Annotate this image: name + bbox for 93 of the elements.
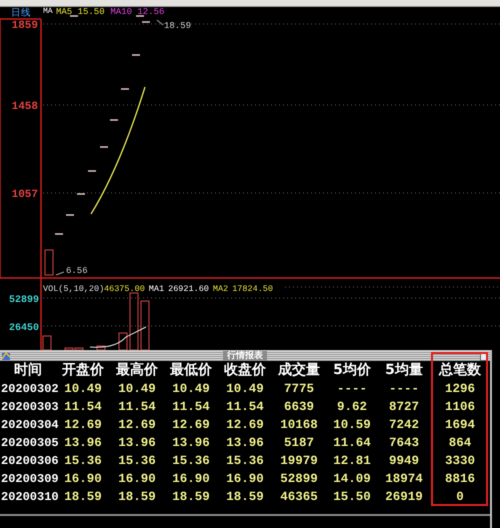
- table-cell-text: 7242: [388, 417, 420, 434]
- table-cell-text: 13.96: [117, 435, 157, 452]
- table-cell-text: 15.36: [117, 453, 157, 470]
- table-cell-text: 26919: [384, 489, 424, 506]
- column-header: 最高价: [115, 361, 159, 380]
- table-cell-text: 11.54: [117, 399, 157, 416]
- table-cell-text: 18.59: [225, 489, 265, 506]
- table-cell-text: 8727: [388, 399, 420, 416]
- table-cell-text: 13.96: [63, 435, 103, 452]
- table-cell-text: 9949: [388, 453, 420, 470]
- table-cell-text: 10168: [279, 417, 319, 434]
- table-cell-text: 7775: [282, 381, 315, 398]
- table-cell-text: 20200310: [0, 489, 56, 506]
- volume-value: MA1: [148, 284, 164, 294]
- column-header: 总笔数: [438, 361, 482, 380]
- price-tick: 1057: [12, 189, 38, 201]
- table-cell-text: 3330: [444, 453, 476, 470]
- table-cell-text: 9.62: [336, 399, 368, 416]
- table-cell-text: 10.49: [117, 381, 157, 398]
- column-header: 成交量: [276, 361, 321, 380]
- table-cell-text: ----: [388, 381, 420, 398]
- table-cell-text: 15.36: [225, 453, 265, 470]
- table-cell-text: 16.90: [63, 471, 103, 488]
- table-cell-text: 16.90: [117, 471, 157, 488]
- table-cell-text: 10.49: [225, 381, 265, 398]
- table-cell-text: 20200304: [0, 417, 56, 434]
- period-label[interactable]: 日线: [11, 8, 31, 18]
- table-cell-text: 10.49: [63, 381, 103, 398]
- volume-tick: 52899: [8, 295, 39, 306]
- table-cell-text: 18974: [384, 471, 424, 488]
- table-cell-text: 10.59: [332, 417, 372, 434]
- table-cell-text: 16.90: [225, 471, 265, 488]
- price-note: 18.59: [164, 21, 192, 31]
- table-cell-text: 18.59: [117, 489, 157, 506]
- table-cell-text: 8816: [444, 471, 476, 488]
- table-cell-text: 15.36: [171, 453, 211, 470]
- ma-value: MA10 12.56: [110, 7, 164, 17]
- table-cell-text: 18.59: [171, 489, 211, 506]
- price-tick: 1458: [12, 101, 38, 113]
- table-cell-text: 20200305: [0, 435, 56, 452]
- table-cell-text: 18.59: [63, 489, 103, 506]
- table-cell-text: 13.96: [171, 435, 211, 452]
- table-cell-text: 52899: [279, 471, 319, 488]
- table-cell-text: 20200309: [0, 471, 56, 488]
- table-cell-text: 15.50: [332, 489, 372, 506]
- price-tick: 1859: [12, 20, 38, 32]
- table-cell-text: 12.69: [225, 417, 265, 434]
- table-cell-text: 20200303: [0, 399, 56, 416]
- volume-value: 46375.00: [104, 284, 145, 294]
- column-header: 5均价: [332, 361, 372, 380]
- table-cell-text: 7643: [388, 435, 420, 452]
- app-icon: [1, 351, 11, 361]
- table-cell-text: 14.09: [332, 471, 372, 488]
- table-cell-text: 46365: [279, 489, 319, 506]
- table-cell-text: 16.90: [171, 471, 211, 488]
- table-cell-text: 1296: [444, 381, 476, 398]
- leader-line: [56, 272, 64, 276]
- volume-tick: 26450: [8, 323, 39, 334]
- column-header: 收盘价: [223, 361, 267, 380]
- table-cell-text: 10.49: [171, 381, 211, 398]
- table-cell-text: 12.69: [63, 417, 103, 434]
- volume-title: VOL(5,10,20): [43, 284, 104, 294]
- table-cell-text: 6639: [282, 399, 315, 416]
- column-header: 开盘价: [61, 361, 105, 380]
- table-cell-text: 11.64: [332, 435, 372, 452]
- table-cell-text: 12.69: [171, 417, 211, 434]
- table-cell-text: 1106: [444, 399, 476, 416]
- price-note: 6.56: [66, 266, 88, 276]
- ma-label: MA: [43, 7, 53, 16]
- ma-value: MA5 15.50: [56, 7, 105, 17]
- table-cell-text: 11.54: [171, 399, 211, 416]
- table-cell-text: 15.36: [63, 453, 103, 470]
- volume-value: 26921.60: [168, 284, 209, 294]
- table-cell-text: 0: [455, 489, 465, 506]
- table-cell-text: 20200306: [0, 453, 56, 470]
- table-cell-text: 20200302: [0, 381, 56, 398]
- table-cell-text: 13.96: [225, 435, 265, 452]
- column-header: 最低价: [169, 361, 213, 380]
- table-cell-text: 11.54: [63, 399, 103, 416]
- column-header: 5均量: [384, 361, 424, 380]
- table-cell-text: 5187: [282, 435, 315, 452]
- window-title: 行情报表: [223, 351, 267, 361]
- table-cell-text: 12.81: [332, 453, 372, 470]
- table-cell-text: 11.54: [225, 399, 265, 416]
- column-header: 时间: [13, 361, 43, 380]
- table-cell-text: 12.69: [117, 417, 157, 434]
- table-cell-text: 864: [448, 435, 472, 452]
- table-cell-text: 1694: [444, 417, 476, 434]
- table-cell-text: 19979: [279, 453, 319, 470]
- leader-line: [156, 20, 164, 26]
- volume-value: 17824.50: [232, 284, 274, 294]
- volume-value: MA2: [212, 284, 228, 294]
- table-cell-text: ----: [336, 381, 368, 398]
